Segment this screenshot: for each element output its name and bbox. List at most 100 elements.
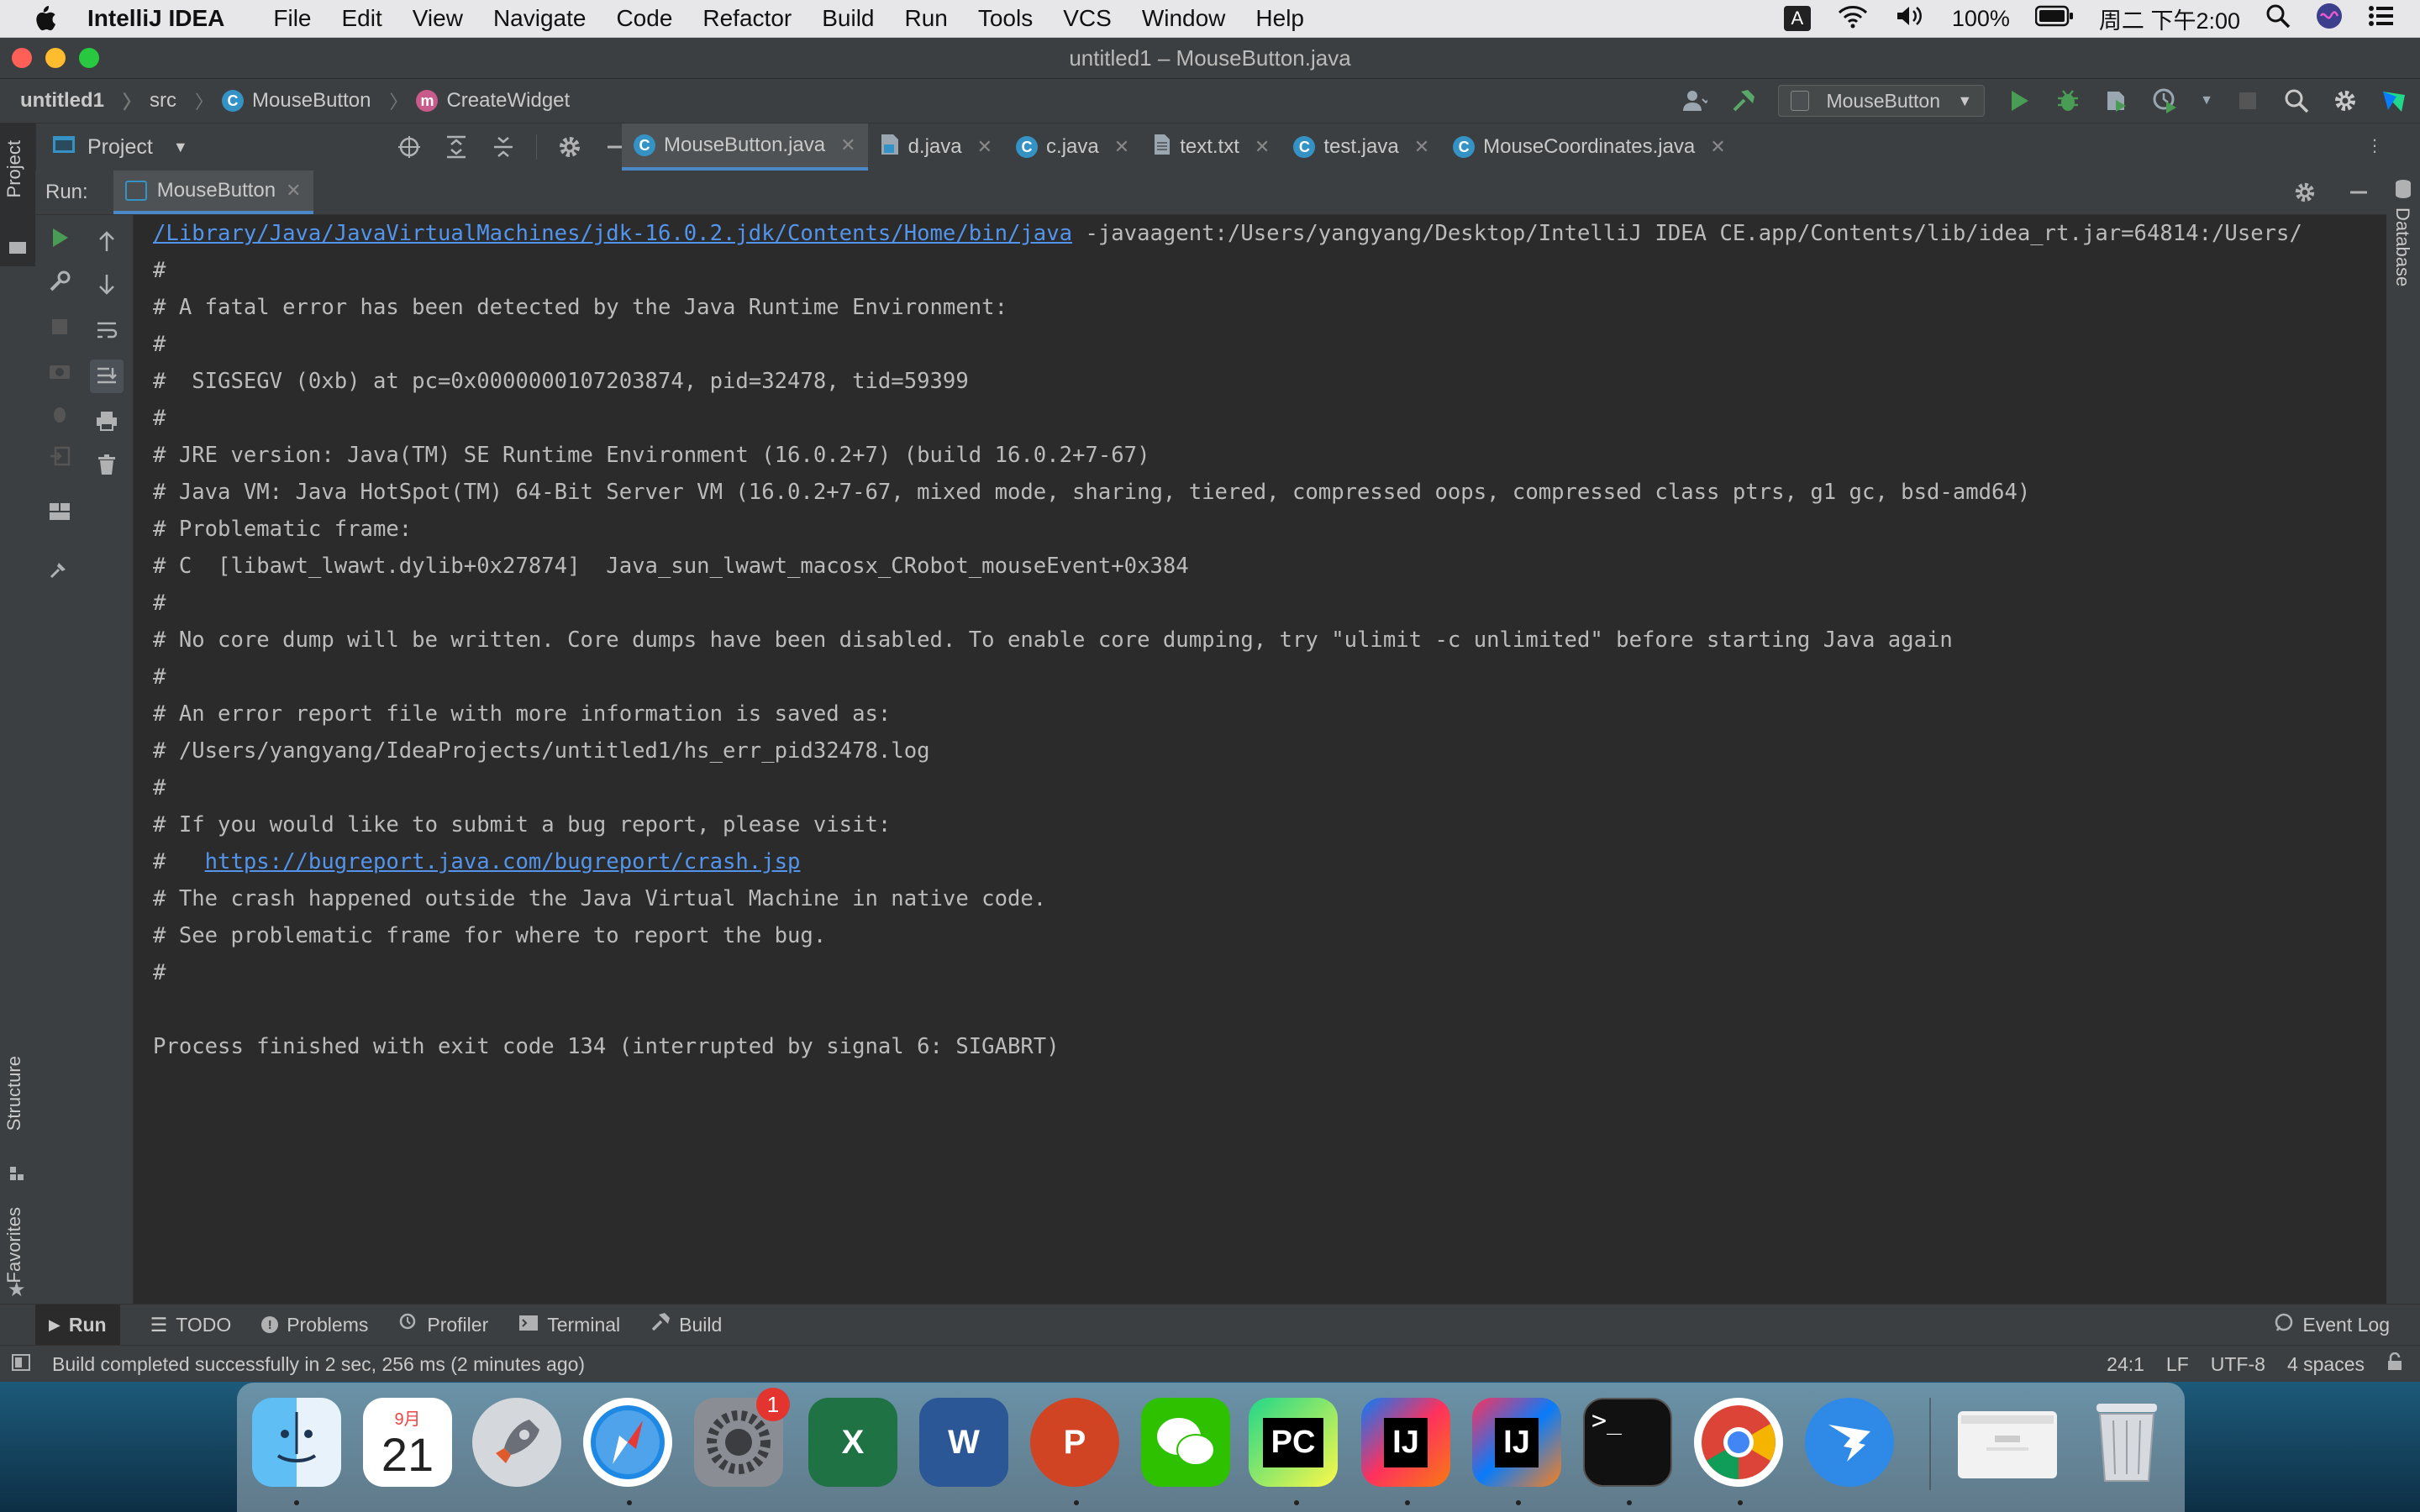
volume-icon[interactable] [1895, 3, 1927, 34]
menu-build[interactable]: Build [822, 5, 874, 32]
system-preferences-gear-icon[interactable]: 1 [694, 1388, 790, 1487]
tab-text-txt[interactable]: text.txt ✕ [1141, 123, 1281, 171]
breadcrumb-src[interactable]: src 〉 [150, 87, 213, 114]
close-tab-icon[interactable]: ✕ [1255, 136, 1270, 158]
arrow-up-icon[interactable] [92, 227, 121, 255]
run-panel-settings-gear-icon[interactable] [2291, 178, 2319, 207]
menu-tools[interactable]: Tools [978, 5, 1033, 32]
bug-report-link[interactable]: https://bugreport.java.com/bugreport/cra… [205, 849, 801, 874]
excel-icon[interactable]: X [808, 1398, 897, 1487]
menu-view[interactable]: View [413, 5, 463, 32]
breadcrumb-class[interactable]: C MouseButton 〉 [222, 87, 408, 114]
project-tool-button[interactable]: Project [0, 123, 35, 266]
stop-icon[interactable] [45, 312, 74, 341]
dingtalk-icon[interactable] [1805, 1398, 1894, 1487]
arrow-down-icon[interactable] [92, 270, 121, 299]
print-icon[interactable] [92, 407, 121, 435]
launchpad-rocket-icon[interactable] [472, 1398, 561, 1487]
battery-icon[interactable] [2034, 5, 2074, 33]
menu-window[interactable]: Window [1142, 5, 1226, 32]
stop-icon[interactable] [2233, 87, 2262, 115]
run-icon[interactable] [2005, 87, 2033, 115]
recent-document-thumbnail[interactable] [1958, 1411, 2057, 1478]
minimize-window-button[interactable] [45, 48, 66, 68]
lock-icon[interactable] [2386, 1352, 2403, 1376]
menu-navigate[interactable]: Navigate [493, 5, 587, 32]
event-log-button[interactable]: Event Log [2274, 1312, 2390, 1337]
breadcrumb-project[interactable]: untitled1 〉 [20, 87, 141, 114]
menu-edit[interactable]: Edit [342, 5, 382, 32]
wrench-icon[interactable] [45, 267, 74, 296]
tab-c-java[interactable]: C c.java ✕ [1004, 123, 1141, 171]
rerun-icon[interactable] [45, 223, 74, 252]
spotlight-search-icon[interactable] [2265, 3, 2291, 34]
run-tool-button[interactable]: ▶ Run [35, 1305, 120, 1345]
build-tool-button[interactable]: Build [650, 1312, 722, 1337]
run-tab-mousebutton[interactable]: MouseButton ✕ [113, 171, 313, 214]
finder-icon[interactable] [252, 1398, 341, 1487]
coverage-icon[interactable] [2102, 87, 2131, 115]
menu-code[interactable]: Code [616, 5, 672, 32]
calendar-icon[interactable]: 9月 21 [363, 1398, 452, 1487]
locate-target-icon[interactable] [395, 133, 424, 161]
close-tab-icon[interactable]: ✕ [286, 180, 301, 202]
close-tab-icon[interactable]: ✕ [1414, 136, 1429, 158]
menu-vcs[interactable]: VCS [1063, 5, 1112, 32]
build-hammer-icon[interactable] [1729, 87, 1758, 115]
chrome-icon[interactable] [1694, 1398, 1783, 1487]
scroll-to-end-icon[interactable] [90, 360, 124, 393]
project-view-header[interactable]: Project ▼ [52, 123, 188, 171]
toggle-tool-windows-icon[interactable] [12, 1353, 30, 1376]
close-tab-icon[interactable]: ✕ [1114, 136, 1129, 158]
tab-test-java[interactable]: C test.java ✕ [1281, 123, 1441, 171]
status-message[interactable]: Build completed successfully in 2 sec, 2… [52, 1353, 585, 1376]
run-configuration-select[interactable]: MouseButton ▼ [1778, 85, 1986, 117]
menu-file[interactable]: File [273, 5, 311, 32]
java-executable-link[interactable]: /Library/Java/JavaVirtualMachines/jdk-16… [153, 221, 1072, 246]
close-window-button[interactable] [12, 48, 32, 68]
menu-run[interactable]: Run [904, 5, 947, 32]
close-tab-icon[interactable]: ✕ [840, 134, 855, 156]
settings-gear-icon[interactable] [2331, 87, 2360, 115]
input-source-indicator[interactable]: A [1783, 6, 1811, 31]
layout-icon[interactable] [45, 497, 74, 526]
tab-mousecoordinates-java[interactable]: C MouseCoordinates.java ✕ [1441, 123, 1738, 171]
profiler-icon[interactable] [2151, 87, 2180, 115]
safari-compass-icon[interactable] [583, 1398, 672, 1487]
terminal-tool-button[interactable]: Terminal [518, 1314, 620, 1336]
control-center-icon[interactable] [2368, 4, 2395, 34]
collapse-all-icon[interactable] [489, 133, 518, 161]
breadcrumb-method[interactable]: m CreateWidget [416, 89, 570, 113]
expand-all-icon[interactable] [442, 133, 471, 161]
project-settings-gear-icon[interactable] [555, 133, 584, 161]
hide-run-panel-icon[interactable] [2344, 178, 2373, 207]
wechat-icon[interactable] [1141, 1398, 1230, 1487]
file-encoding[interactable]: UTF-8 [2211, 1353, 2265, 1376]
structure-tool-button[interactable]: Structure [0, 1056, 35, 1207]
tab-d-java[interactable]: d.java ✕ [868, 123, 1004, 171]
tab-mousebutton-java[interactable]: C MouseButton.java ✕ [622, 123, 868, 171]
favorites-tool-button[interactable]: Favorites ★ [0, 1207, 35, 1301]
close-tab-icon[interactable]: ✕ [977, 136, 992, 158]
terminal-icon[interactable]: >_ [1583, 1398, 1672, 1487]
editor-tab-menu-icon[interactable]: ⋮ [2366, 135, 2383, 156]
caret-position[interactable]: 24:1 [2107, 1353, 2144, 1376]
debug-settings-icon[interactable] [45, 400, 74, 428]
run-console-output[interactable]: /Library/Java/JavaVirtualMachines/jdk-16… [134, 215, 2386, 1304]
soft-wrap-icon[interactable] [92, 316, 121, 344]
debug-bug-icon[interactable] [2054, 87, 2082, 115]
camera-icon[interactable] [45, 356, 74, 385]
indent-setting[interactable]: 4 spaces [2287, 1353, 2365, 1376]
pycharm-icon[interactable]: PC [1249, 1398, 1338, 1487]
menu-clock[interactable]: 周二 下午2:00 [2099, 3, 2240, 35]
siri-icon[interactable] [2316, 3, 2343, 35]
apple-icon[interactable] [32, 3, 62, 34]
vcs-user-icon[interactable] [1681, 87, 1709, 115]
profiler-tool-button[interactable]: Profiler [398, 1312, 488, 1337]
trash-icon[interactable] [2082, 1398, 2171, 1487]
more-run-options-icon[interactable]: ▼ [2200, 93, 2213, 108]
close-tab-icon[interactable]: ✕ [1710, 136, 1725, 158]
menu-help[interactable]: Help [1255, 5, 1304, 32]
jetbrains-toolbox-icon[interactable] [2380, 87, 2408, 115]
exit-icon[interactable] [45, 442, 74, 470]
